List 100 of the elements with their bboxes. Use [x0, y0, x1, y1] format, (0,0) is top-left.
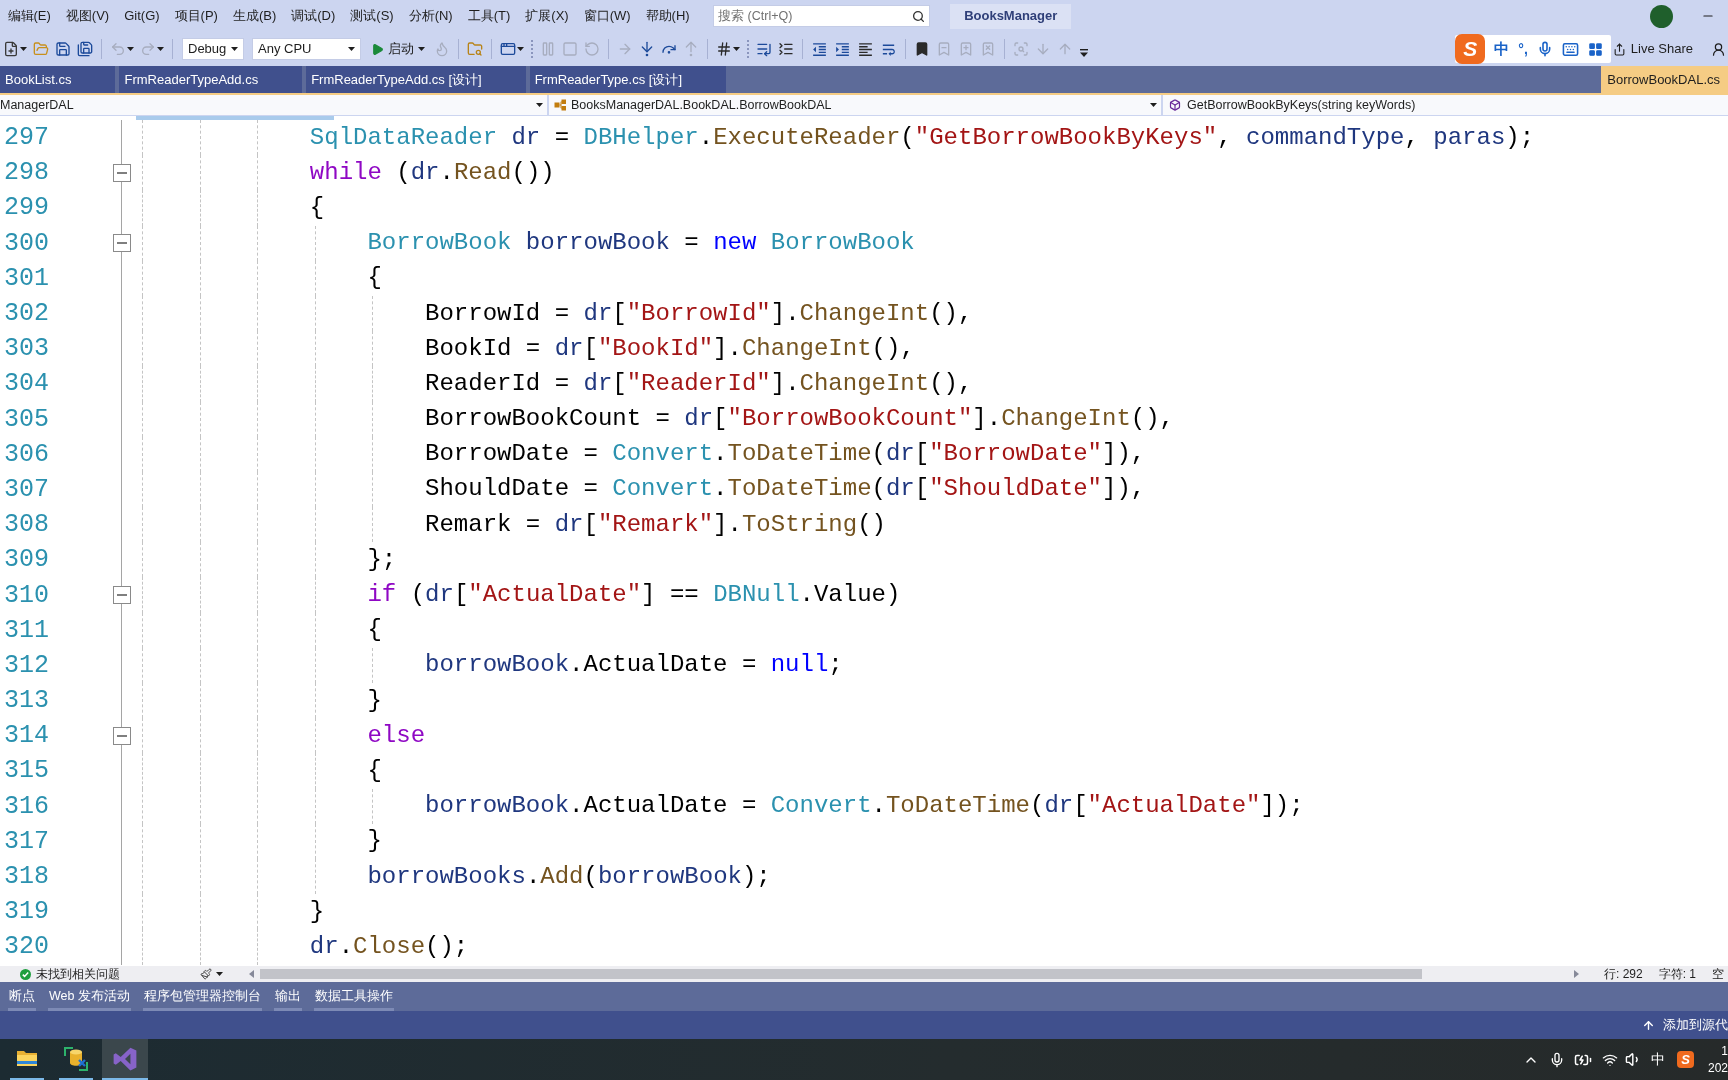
caret-icon[interactable]: [1150, 103, 1157, 107]
code-line: {: [309, 195, 325, 220]
menu-item[interactable]: 测试(S): [342, 4, 402, 28]
grip-handle[interactable]: [747, 40, 749, 58]
caret-icon[interactable]: [216, 972, 223, 976]
menu-item[interactable]: 调试(D): [283, 4, 343, 28]
line-number: 297: [3, 125, 49, 151]
scrollbar-thumb[interactable]: [260, 969, 1422, 979]
menu-item[interactable]: 视图(V): [58, 4, 117, 28]
clock-time: 1: [1721, 1042, 1728, 1060]
code-line: SqlDataReader dr = DBHelper.ExecuteReader("GetBorrowBookByKeys", commandType, paras);: [309, 125, 1535, 150]
arrow-down-to-dot-icon[interactable]: [639, 41, 655, 57]
search-field[interactable]: 搜索 (Ctrl+Q): [713, 5, 931, 27]
scroll-left-icon[interactable]: [249, 970, 254, 978]
share-icon: [1612, 42, 1626, 56]
column-indicator: 字符: 1: [1658, 966, 1697, 983]
caret-icon[interactable]: [231, 47, 238, 51]
brush-icon: [200, 968, 212, 980]
ime-mode[interactable]: 中: [1650, 1049, 1665, 1070]
taskbar-button[interactable]: [102, 1039, 148, 1080]
code-line: BorrowBookCount = dr["BorrowBookCount"].ChangeInt(),: [425, 407, 1174, 432]
document-tab[interactable]: FrmReaderTypeAdd.cs [设计]: [306, 66, 526, 93]
indent-icon[interactable]: [834, 40, 851, 58]
code-line: borrowBooks.Add(borrowBook);: [367, 864, 771, 889]
spacing-indicator: 空: [1712, 966, 1725, 983]
collapse-icon[interactable]: [112, 163, 131, 182]
line-number: 311: [3, 617, 49, 643]
menu-item[interactable]: 帮助(H): [638, 4, 698, 28]
line-number: 304: [3, 371, 49, 397]
hash-icon[interactable]: [716, 41, 732, 57]
source-control-button[interactable]: 添加到源代: [1642, 1015, 1728, 1035]
avatar-icon[interactable]: [1650, 4, 1673, 28]
line-number: 315: [3, 758, 49, 784]
line-number: 319: [3, 899, 49, 925]
folder-icon: [16, 1049, 38, 1068]
line-number: 312: [3, 652, 49, 678]
collapse-icon[interactable]: [112, 726, 131, 745]
document-tab[interactable]: BookList.cs: [0, 66, 116, 93]
app-logo-icon: [112, 1045, 138, 1072]
punctuation-mode[interactable]: °,: [1518, 38, 1528, 60]
line-number: 318: [3, 864, 49, 890]
outdent-icon[interactable]: [811, 40, 828, 58]
caret-icon[interactable]: [517, 47, 524, 51]
document-tab[interactable]: FrmReaderTypeAdd.cs: [119, 66, 303, 93]
code-line: {: [367, 266, 382, 291]
navigation-dropdown[interactable]: GetBorrowBookByKeys(string keyWords): [1163, 95, 1728, 115]
list-arrow-icon[interactable]: [756, 41, 772, 57]
collapse-icon[interactable]: [112, 234, 131, 253]
dropdown[interactable]: Debug: [182, 38, 244, 60]
menu-item[interactable]: 窗口(W): [576, 4, 639, 28]
menu-item[interactable]: Git(G): [116, 4, 168, 28]
code-line: ShouldDate = Convert.ToDateTime(dr["ShouldDate"]),: [425, 477, 1146, 502]
line-number: 317: [3, 828, 49, 854]
line-number: 314: [3, 723, 49, 749]
scroll-right-icon[interactable]: [1574, 970, 1579, 978]
code-line: }: [367, 829, 382, 854]
window-icon[interactable]: [500, 41, 516, 57]
line-number: 305: [3, 406, 49, 432]
menu-item[interactable]: 扩展(X): [517, 4, 577, 28]
connected-boxes-icon: [554, 99, 567, 111]
code-line: {: [367, 618, 382, 643]
caret-icon[interactable]: [348, 47, 355, 51]
document-tab[interactable]: FrmReaderType.cs [设计]: [529, 66, 727, 93]
solution-name: BooksManager: [950, 3, 1072, 29]
line-number: 310: [3, 582, 49, 608]
start-button[interactable]: 启动: [369, 38, 427, 60]
user-icon[interactable]: [1711, 41, 1726, 57]
ime-mode[interactable]: 中: [1494, 37, 1510, 61]
collapse-icon[interactable]: [112, 586, 131, 605]
menu-item[interactable]: 生成(B): [225, 4, 284, 28]
caret-icon[interactable]: [733, 47, 740, 51]
menu-item[interactable]: 编辑(E): [0, 4, 59, 28]
dropdown[interactable]: Any CPU: [252, 38, 361, 60]
caret-icon[interactable]: [20, 47, 27, 51]
document-tab[interactable]: BorrowBookDAL.cs: [1601, 66, 1728, 93]
keyboard-icon[interactable]: [1561, 40, 1579, 58]
text-lines-icon[interactable]: [857, 40, 874, 58]
bookmark-icon[interactable]: [914, 41, 930, 57]
line-number: 301: [3, 265, 49, 291]
line-indicator: 行: 292: [1604, 966, 1643, 983]
menu-item[interactable]: 分析(N): [401, 4, 461, 28]
menu-item[interactable]: 工具(T): [460, 4, 518, 28]
file-plus-icon[interactable]: [3, 41, 19, 57]
code-line: ReaderId = dr["ReaderId"].ChangeInt(),: [425, 371, 973, 396]
caret-icon[interactable]: [536, 103, 543, 107]
code-line: };: [367, 547, 397, 572]
overflow-icon[interactable]: [1080, 49, 1088, 57]
floppy-disks-icon[interactable]: [77, 41, 93, 57]
line-number: 299: [3, 195, 49, 221]
list-collapse-icon[interactable]: [778, 41, 794, 57]
code-line: BorrowDate = Convert.ToDateTime(dr["BorrowDate"]),: [425, 442, 1146, 467]
line-number: 308: [3, 512, 49, 538]
search-icon[interactable]: [912, 9, 926, 23]
menu-item[interactable]: 项目(P): [167, 4, 226, 28]
live-share-button[interactable]: Live Share: [1612, 39, 1693, 59]
grip-handle[interactable]: [531, 40, 533, 58]
line-number: 300: [3, 230, 49, 256]
brush-menu-button[interactable]: [200, 968, 223, 980]
caret-icon[interactable]: [418, 47, 425, 51]
grid-icon[interactable]: [1587, 41, 1603, 57]
